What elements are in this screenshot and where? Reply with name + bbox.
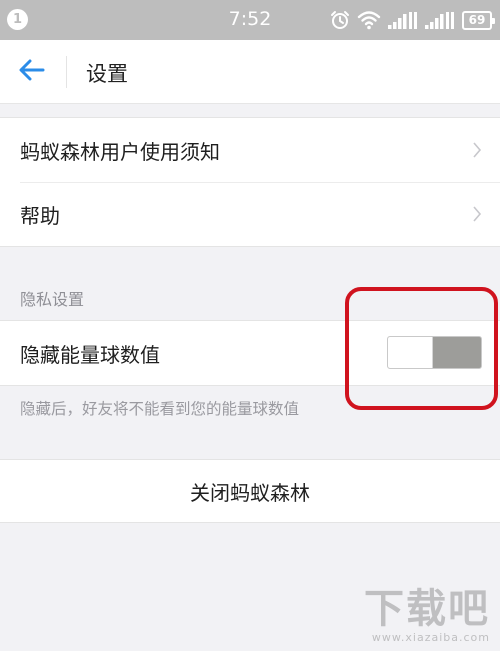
watermark-main: 下载吧: [364, 586, 490, 632]
close-forest-label: 关闭蚂蚁森林: [190, 480, 310, 505]
signal-icon: [425, 10, 455, 30]
chevron-right-icon: [472, 204, 482, 228]
watermark-sub: www.xiazaiba.com: [371, 631, 490, 644]
header-divider: [66, 56, 67, 88]
alarm-icon: [330, 10, 350, 30]
status-bar: 1 7:52 69: [0, 0, 500, 40]
menu-group: 蚂蚁森林用户使用须知 帮助: [0, 117, 500, 247]
chevron-right-icon: [472, 140, 482, 164]
close-forest-button[interactable]: 关闭蚂蚁森林: [0, 459, 500, 523]
back-button[interactable]: [12, 54, 52, 90]
battery-icon: 69: [462, 10, 495, 30]
hide-energy-label: 隐藏能量球数值: [20, 342, 160, 367]
status-icons: 69: [330, 8, 495, 32]
wifi-icon: [357, 10, 381, 30]
menu-item-label: 蚂蚁森林用户使用须知: [20, 139, 220, 164]
watermark-logo: 下载吧 www.xiazaiba.com: [360, 587, 490, 647]
menu-item-label: 帮助: [20, 203, 60, 228]
hide-energy-hint: 隐藏后，好友将不能看到您的能量球数值: [20, 400, 300, 418]
nav-header: 设置: [0, 40, 500, 104]
menu-item-help[interactable]: 帮助: [0, 182, 500, 246]
menu-item-user-notice[interactable]: 蚂蚁森林用户使用须知: [0, 118, 500, 182]
section-label-privacy: 隐私设置: [20, 290, 85, 309]
signal-icon: [388, 10, 418, 30]
arrow-left-icon: [19, 59, 45, 85]
page-title: 设置: [86, 62, 128, 86]
highlight-annotation: [345, 287, 498, 410]
